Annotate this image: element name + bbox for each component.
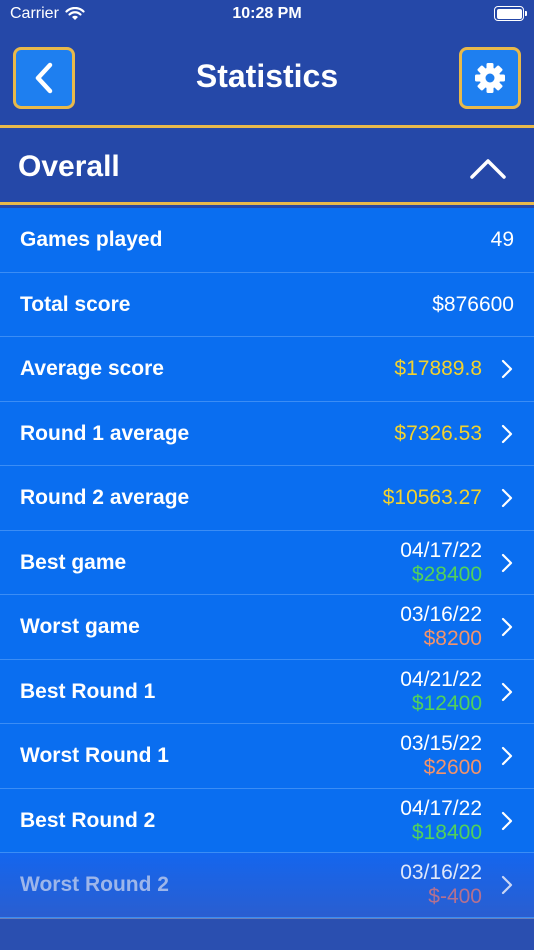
row-label: Worst Round 1 xyxy=(20,744,169,767)
row-label: Total score xyxy=(20,292,131,316)
round1-average-row[interactable]: Round 1 average $7326.53 xyxy=(0,401,534,466)
best-game-row[interactable]: Best game 04/17/22 $28400 xyxy=(0,530,534,595)
row-date: 03/16/22 xyxy=(400,861,482,884)
worst-round2-row[interactable]: Worst Round 2 03/16/22 $-400 xyxy=(0,853,534,918)
row-label: Round 1 average xyxy=(20,421,190,445)
gear-icon xyxy=(475,63,505,93)
row-label: Average score xyxy=(20,357,164,380)
games-played-row: Games played 49 xyxy=(0,208,534,273)
statistics-list: Games played 49 Total score $876600 Aver… xyxy=(0,208,534,918)
chevron-right-icon xyxy=(501,488,513,508)
total-score-row: Total score $876600 xyxy=(0,272,534,337)
chevron-right-icon xyxy=(501,811,513,830)
row-amount: $8200 xyxy=(423,627,482,650)
row-value: $10563.27 xyxy=(382,486,482,509)
worst-round1-row[interactable]: Worst Round 1 03/15/22 $2600 xyxy=(0,724,534,789)
row-date: 04/17/22 xyxy=(400,796,482,820)
row-date: 04/17/22 xyxy=(400,538,482,562)
row-label: Worst game xyxy=(20,615,140,638)
row-label: Best Round 1 xyxy=(20,679,156,703)
row-label: Best game xyxy=(20,550,127,574)
row-amount: $2600 xyxy=(423,756,482,779)
row-label: Games played xyxy=(20,228,163,251)
row-amount: $18400 xyxy=(411,820,482,844)
chevron-right-icon xyxy=(501,553,513,572)
row-amount: $12400 xyxy=(411,691,482,715)
row-value: $876600 xyxy=(432,292,514,316)
row-value: 04/17/22 $18400 xyxy=(400,797,482,845)
row-value: 03/15/22 $2600 xyxy=(400,732,482,780)
row-value: 03/16/22 $-400 xyxy=(400,861,482,909)
chevron-right-icon xyxy=(501,424,513,443)
bottom-scroll-area xyxy=(0,918,534,950)
average-score-row[interactable]: Average score $17889.8 xyxy=(0,337,534,402)
chevron-right-icon xyxy=(501,875,513,895)
row-value: $17889.8 xyxy=(394,357,482,380)
row-amount: $28400 xyxy=(411,562,482,586)
chevron-right-icon xyxy=(501,682,513,701)
round2-average-row[interactable]: Round 2 average $10563.27 xyxy=(0,466,534,531)
row-label: Round 2 average xyxy=(20,486,190,509)
page-title: Statistics xyxy=(195,58,339,94)
chevron-right-icon xyxy=(501,359,513,379)
row-value: 03/16/22 $8200 xyxy=(400,603,482,651)
chevron-right-icon xyxy=(501,617,513,637)
overall-section-header[interactable]: Overall xyxy=(0,131,534,205)
row-amount: $-400 xyxy=(428,885,482,908)
worst-game-row[interactable]: Worst game 03/16/22 $8200 xyxy=(0,595,534,660)
row-date: 03/15/22 xyxy=(400,732,482,755)
navigation-bar: Statistics xyxy=(0,30,534,128)
best-round2-row[interactable]: Best Round 2 04/17/22 $18400 xyxy=(0,788,534,853)
row-value: 04/21/22 $12400 xyxy=(400,668,482,716)
chevron-right-icon xyxy=(501,746,513,766)
section-title: Overall xyxy=(18,150,120,183)
status-time: 10:28 PM xyxy=(232,5,302,22)
battery-icon xyxy=(494,6,527,21)
row-label: Best Round 2 xyxy=(20,808,156,832)
row-date: 03/16/22 xyxy=(400,603,482,626)
best-round1-row[interactable]: Best Round 1 04/21/22 $12400 xyxy=(0,659,534,724)
row-value: 04/17/22 $28400 xyxy=(400,539,482,587)
settings-button[interactable] xyxy=(459,47,521,109)
status-bar: Carrier 10:28 PM xyxy=(0,0,534,30)
row-value: $7326.53 xyxy=(394,421,482,445)
row-value: 49 xyxy=(490,228,514,251)
row-label: Worst Round 2 xyxy=(20,873,169,896)
chevron-up-icon[interactable] xyxy=(468,151,508,185)
row-date: 04/21/22 xyxy=(400,667,482,691)
